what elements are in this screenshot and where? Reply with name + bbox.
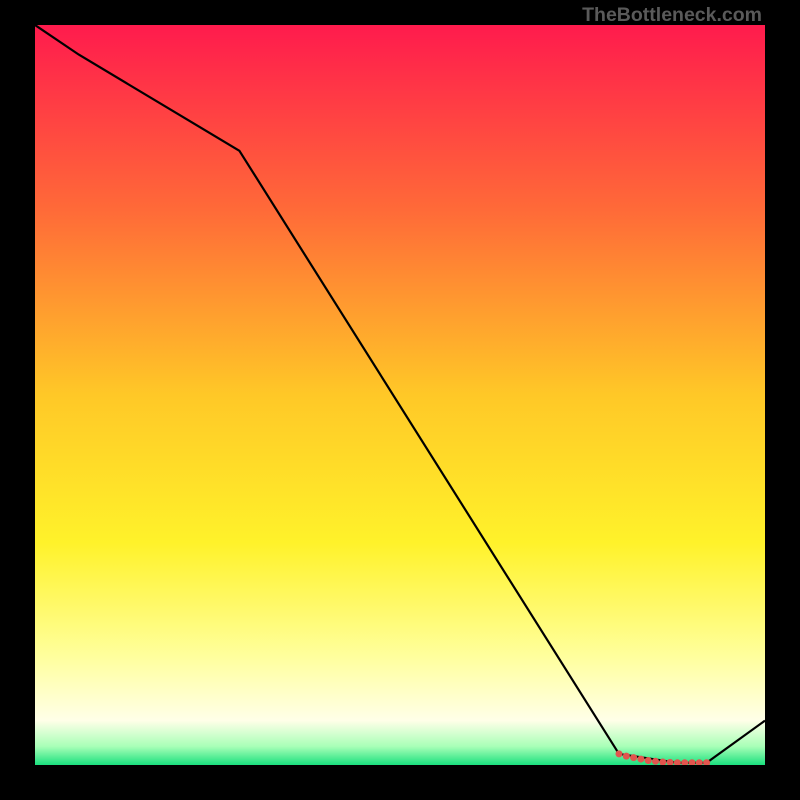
- chart-marker: [681, 759, 688, 765]
- chart-line-series: [35, 25, 765, 765]
- chart-marker: [637, 756, 644, 763]
- chart-marker: [630, 754, 637, 761]
- watermark-text: TheBottleneck.com: [582, 4, 762, 27]
- chart-marker: [616, 750, 623, 757]
- chart-marker: [667, 759, 674, 765]
- chart-marker: [652, 758, 659, 765]
- chart-marker: [696, 759, 703, 765]
- chart-area: [35, 25, 765, 765]
- chart-marker: [623, 753, 630, 760]
- chart-marker: [645, 757, 652, 764]
- chart-marker: [674, 759, 681, 765]
- chart-marker: [689, 759, 696, 765]
